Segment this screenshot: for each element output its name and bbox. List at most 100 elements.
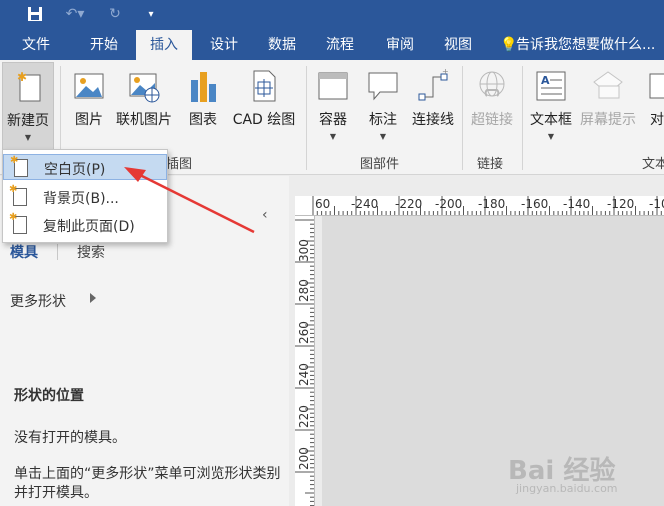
no-stencils-text: 没有打开的模具。	[14, 430, 126, 446]
h-ruler-label: -180	[478, 197, 506, 211]
callout-icon	[368, 72, 398, 101]
more-shapes-menu[interactable]: 更多形状	[10, 291, 66, 311]
group-separator	[462, 66, 463, 170]
tab-process[interactable]: 流程	[312, 30, 368, 60]
object-icon	[649, 73, 664, 99]
menu-item-label: 空白页(P)	[44, 162, 106, 178]
v-ruler-label: 280	[297, 279, 311, 302]
text-box-icon: A	[536, 71, 566, 101]
container-button[interactable]: 容器 ▼	[310, 62, 356, 148]
object-label: 对	[650, 112, 664, 128]
group-label-illustrations: 插图	[166, 157, 193, 172]
shape-location-heading: 形状的位置	[14, 388, 84, 404]
chart-label: 图表	[189, 112, 217, 128]
h-ruler-label: -140	[563, 197, 591, 211]
menu-item-blank-page[interactable]: ✱ 空白页(P)	[3, 154, 167, 180]
group-separator	[522, 66, 523, 170]
menu-item-label: 背景页(B)...	[43, 191, 119, 207]
svg-text:✱: ✱	[17, 70, 27, 84]
svg-text:A: A	[541, 74, 550, 87]
collapse-panel-icon[interactable]: ‹	[262, 207, 268, 223]
vertical-ruler: 300 280 260 240 220 200	[295, 216, 315, 506]
new-page-dropdown-menu: ✱ 空白页(P) ✱ 背景页(B)... ✱ 复制此页面(D)	[2, 149, 168, 243]
tell-me-box[interactable]: 💡告诉我您想要做什么...	[500, 30, 655, 60]
customize-qat-icon[interactable]: ▾	[144, 4, 158, 24]
v-ruler-label: 240	[297, 363, 311, 386]
object-button[interactable]: 对	[644, 62, 664, 148]
more-shapes-hint: 单击上面的“更多形状”菜单可浏览形状类别并打开模具。	[14, 466, 281, 501]
tab-design[interactable]: 设计	[196, 30, 252, 60]
cad-drawing-label: CAD 绘图	[232, 112, 296, 128]
h-ruler-label: -120	[607, 197, 635, 211]
group-label-links: 链接	[477, 157, 504, 172]
tell-me-label: 告诉我您想要做什么...	[516, 37, 656, 53]
connector-icon: +	[418, 68, 449, 101]
group-label-text: 文本	[642, 157, 664, 172]
container-label: 容器	[319, 112, 347, 128]
tab-home[interactable]: 开始	[76, 30, 132, 60]
callout-label: 标注	[369, 112, 397, 128]
container-icon	[318, 72, 348, 100]
picture-label: 图片	[75, 112, 103, 128]
tab-insert[interactable]: 插入	[136, 30, 192, 60]
save-icon[interactable]	[24, 4, 46, 24]
chevron-down-icon: ▼	[547, 132, 555, 141]
v-ruler-label: 300	[297, 239, 311, 262]
new-page-label: 新建页	[7, 113, 49, 129]
tab-file[interactable]: 文件	[8, 30, 64, 60]
menu-item-duplicate-page[interactable]: ✱ 复制此页面(D)	[3, 212, 167, 238]
chevron-right-icon[interactable]	[90, 293, 96, 303]
h-ruler-label: -220	[395, 197, 423, 211]
new-page-button[interactable]: ✱ 新建页 ▼	[2, 62, 54, 150]
tab-view[interactable]: 视图	[430, 30, 486, 60]
redo-icon[interactable]: ↻	[104, 4, 126, 24]
new-star-icon: ✱	[9, 212, 18, 223]
lightbulb-icon: 💡	[500, 37, 518, 53]
connector-button[interactable]: + 连接线	[408, 62, 458, 148]
group-label-diagram-parts: 图部件	[360, 157, 400, 172]
connector-label: 连接线	[412, 112, 454, 128]
menu-item-label: 复制此页面(D)	[43, 219, 135, 235]
h-ruler-label: -200	[435, 197, 463, 211]
online-picture-button[interactable]: 联机图片	[112, 62, 176, 148]
screentip-icon	[593, 71, 623, 99]
title-bar: ↶▾ ↻ ▾	[0, 0, 664, 30]
new-page-icon: ✱	[17, 70, 41, 102]
online-picture-icon	[129, 73, 160, 103]
undo-icon[interactable]: ↶▾	[62, 4, 88, 24]
menu-item-background-page[interactable]: ✱ 背景页(B)...	[3, 184, 167, 210]
h-ruler-label: -100	[649, 197, 664, 211]
tab-data[interactable]: 数据	[254, 30, 310, 60]
v-ruler-label: 220	[297, 405, 311, 428]
chevron-down-icon: ▼	[329, 132, 337, 141]
screentip-label: 屏幕提示	[580, 112, 636, 128]
cad-drawing-icon	[253, 70, 276, 102]
picture-icon	[74, 73, 104, 99]
watermark-logo: Bai 经验 jingyan.baidu.com	[508, 432, 658, 500]
v-ruler-label: 200	[297, 447, 311, 470]
chart-icon	[191, 72, 216, 102]
h-ruler-label: -160	[521, 197, 549, 211]
tab-stencils[interactable]: 模具	[10, 242, 38, 262]
picture-button[interactable]: 图片	[66, 62, 112, 148]
chevron-down-icon: ▼	[379, 132, 387, 141]
tab-review[interactable]: 审阅	[372, 30, 428, 60]
text-box-label: 文本框	[530, 112, 572, 128]
hyperlink-label: 超链接	[471, 112, 513, 128]
tab-divider	[57, 244, 58, 260]
new-star-icon: ✱	[10, 155, 19, 166]
tab-search[interactable]: 搜索	[77, 242, 105, 262]
cad-drawing-button[interactable]: CAD 绘图	[228, 62, 300, 148]
ribbon-tab-row: 文件 开始 插入 设计 数据 流程 审阅 视图 💡告诉我您想要做什么...	[0, 30, 664, 60]
chevron-down-icon: ▼	[24, 133, 32, 142]
chart-button[interactable]: 图表	[180, 62, 226, 148]
watermark-subtext: jingyan.baidu.com	[516, 482, 618, 495]
h-ruler-label: 60	[315, 197, 331, 211]
svg-text:+: +	[442, 68, 449, 76]
hyperlink-icon	[479, 71, 505, 97]
online-picture-label: 联机图片	[116, 112, 172, 128]
callout-button[interactable]: 标注 ▼	[360, 62, 406, 148]
h-ruler-label: -240	[351, 197, 379, 211]
text-box-button[interactable]: A 文本框 ▼	[526, 62, 576, 148]
hyperlink-button: 超链接	[466, 62, 518, 148]
